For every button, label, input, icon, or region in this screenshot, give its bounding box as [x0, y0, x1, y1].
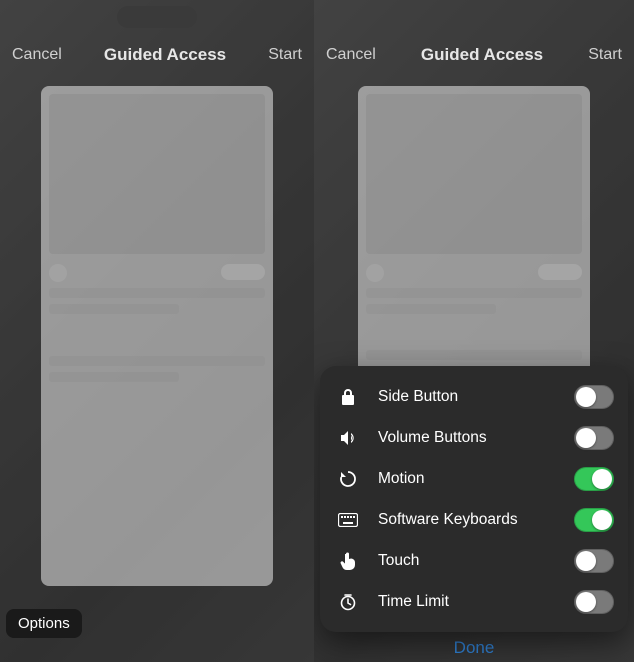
- keyboard-icon: [334, 513, 362, 527]
- option-volume-buttons: Volume Buttons: [320, 417, 628, 458]
- timer-icon: [334, 593, 362, 611]
- touch-icon: [334, 552, 362, 570]
- page-title: Guided Access: [104, 45, 226, 65]
- notch: [117, 6, 197, 28]
- toggle-side-button[interactable]: [574, 385, 614, 409]
- motion-icon: [334, 470, 362, 488]
- option-software-keyboards: Software Keyboards: [320, 499, 628, 540]
- options-sheet: Side Button Volume Buttons Motion Softwa…: [320, 366, 628, 632]
- volume-icon: [334, 430, 362, 446]
- option-label: Motion: [378, 470, 574, 488]
- guided-access-setup-screen: Cancel Guided Access Start Options: [0, 0, 314, 662]
- toggle-volume-buttons[interactable]: [574, 426, 614, 450]
- lock-icon: [334, 388, 362, 406]
- option-label: Software Keyboards: [378, 511, 574, 529]
- option-motion: Motion: [320, 458, 628, 499]
- option-label: Volume Buttons: [378, 429, 574, 447]
- option-label: Touch: [378, 552, 574, 570]
- toggle-time-limit[interactable]: [574, 590, 614, 614]
- option-time-limit: Time Limit: [320, 581, 628, 622]
- toggle-touch[interactable]: [574, 549, 614, 573]
- cancel-button[interactable]: Cancel: [10, 40, 64, 70]
- done-button[interactable]: Done: [314, 638, 634, 658]
- top-bar: Cancel Guided Access Start: [314, 40, 634, 70]
- app-preview[interactable]: [41, 86, 273, 586]
- guided-access-options-screen: Cancel Guided Access Start Side Button: [314, 0, 634, 662]
- option-label: Time Limit: [378, 593, 574, 611]
- top-bar: Cancel Guided Access Start: [0, 40, 314, 70]
- start-button[interactable]: Start: [266, 40, 304, 70]
- page-title: Guided Access: [421, 45, 543, 65]
- option-label: Side Button: [378, 388, 574, 406]
- option-side-button: Side Button: [320, 376, 628, 417]
- toggle-software-keyboards[interactable]: [574, 508, 614, 532]
- options-button[interactable]: Options: [6, 609, 82, 638]
- toggle-motion[interactable]: [574, 467, 614, 491]
- option-touch: Touch: [320, 540, 628, 581]
- cancel-button[interactable]: Cancel: [324, 40, 378, 70]
- start-button[interactable]: Start: [586, 40, 624, 70]
